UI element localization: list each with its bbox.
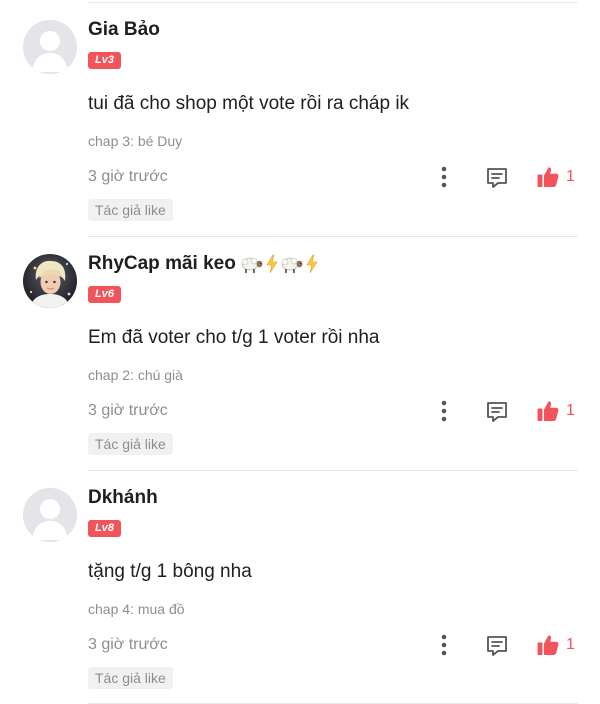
more-vertical-icon (441, 400, 447, 422)
timestamp: 3 giờ trước (88, 636, 168, 653)
thumbs-up-icon (537, 635, 559, 655)
thumbs-up-icon (537, 401, 559, 421)
more-options-button[interactable] (434, 398, 454, 424)
level-badge: Lv6 (88, 286, 121, 303)
like-count: 1 (566, 636, 575, 653)
username-text[interactable]: Gia Bảo (88, 19, 160, 41)
comment-item: Gia Bảo Lv3 tui đã cho shop một vote rồi… (0, 2, 600, 236)
username[interactable]: Dkhánh (88, 487, 158, 509)
default-avatar-icon[interactable] (23, 20, 77, 74)
author-like-tag: Tác giả like (88, 667, 173, 689)
author-like-tag: Tác giả like (88, 433, 173, 455)
more-options-button[interactable] (434, 164, 454, 190)
more-vertical-icon (441, 166, 447, 188)
username[interactable]: RhyCap mãi keo (88, 253, 319, 275)
username-emoji (240, 254, 319, 274)
like-button[interactable]: 1 (536, 632, 575, 658)
username-text[interactable]: RhyCap mãi keo (88, 253, 236, 275)
more-vertical-icon (441, 634, 447, 656)
like-count: 1 (566, 402, 575, 419)
level-badge: Lv8 (88, 520, 121, 537)
reply-comment-icon (487, 636, 507, 656)
lightning-icon (306, 254, 318, 274)
timestamp: 3 giờ trước (88, 402, 168, 419)
thumbs-up-icon (537, 167, 559, 187)
username[interactable]: Gia Bảo (88, 19, 160, 41)
comment-text: tặng t/g 1 bông nha (88, 561, 252, 582)
comment-item: Dkhánh Lv8 tặng t/g 1 bông nha chap 4: m… (0, 470, 600, 704)
chapter-label[interactable]: chap 2: chú già (88, 367, 183, 383)
chapter-label[interactable]: chap 3: bé Duy (88, 133, 182, 149)
lightning-icon (266, 254, 278, 274)
sheep-icon (281, 257, 303, 273)
default-avatar-icon[interactable] (23, 488, 77, 542)
comment-text: Em đã voter cho t/g 1 voter rồi nha (88, 327, 380, 348)
reply-button[interactable] (484, 633, 510, 659)
username-text[interactable]: Dkhánh (88, 487, 158, 509)
level-badge: Lv3 (88, 52, 121, 69)
reply-comment-icon (487, 168, 507, 188)
like-count: 1 (566, 168, 575, 185)
reply-button[interactable] (484, 165, 510, 191)
author-like-tag: Tác giả like (88, 199, 173, 221)
like-button[interactable]: 1 (536, 164, 575, 190)
user-photo-avatar[interactable] (23, 254, 77, 308)
sheep-icon (241, 257, 263, 273)
comment-item: RhyCap mãi keo Lv6 Em đã voter cho t/g 1… (0, 236, 600, 470)
more-options-button[interactable] (434, 632, 454, 658)
chapter-label[interactable]: chap 4: mua đồ (88, 601, 185, 617)
timestamp: 3 giờ trước (88, 168, 168, 185)
reply-button[interactable] (484, 399, 510, 425)
like-button[interactable]: 1 (536, 398, 575, 424)
reply-comment-icon (487, 402, 507, 422)
comment-text: tui đã cho shop một vote rồi ra cháp ik (88, 93, 410, 114)
